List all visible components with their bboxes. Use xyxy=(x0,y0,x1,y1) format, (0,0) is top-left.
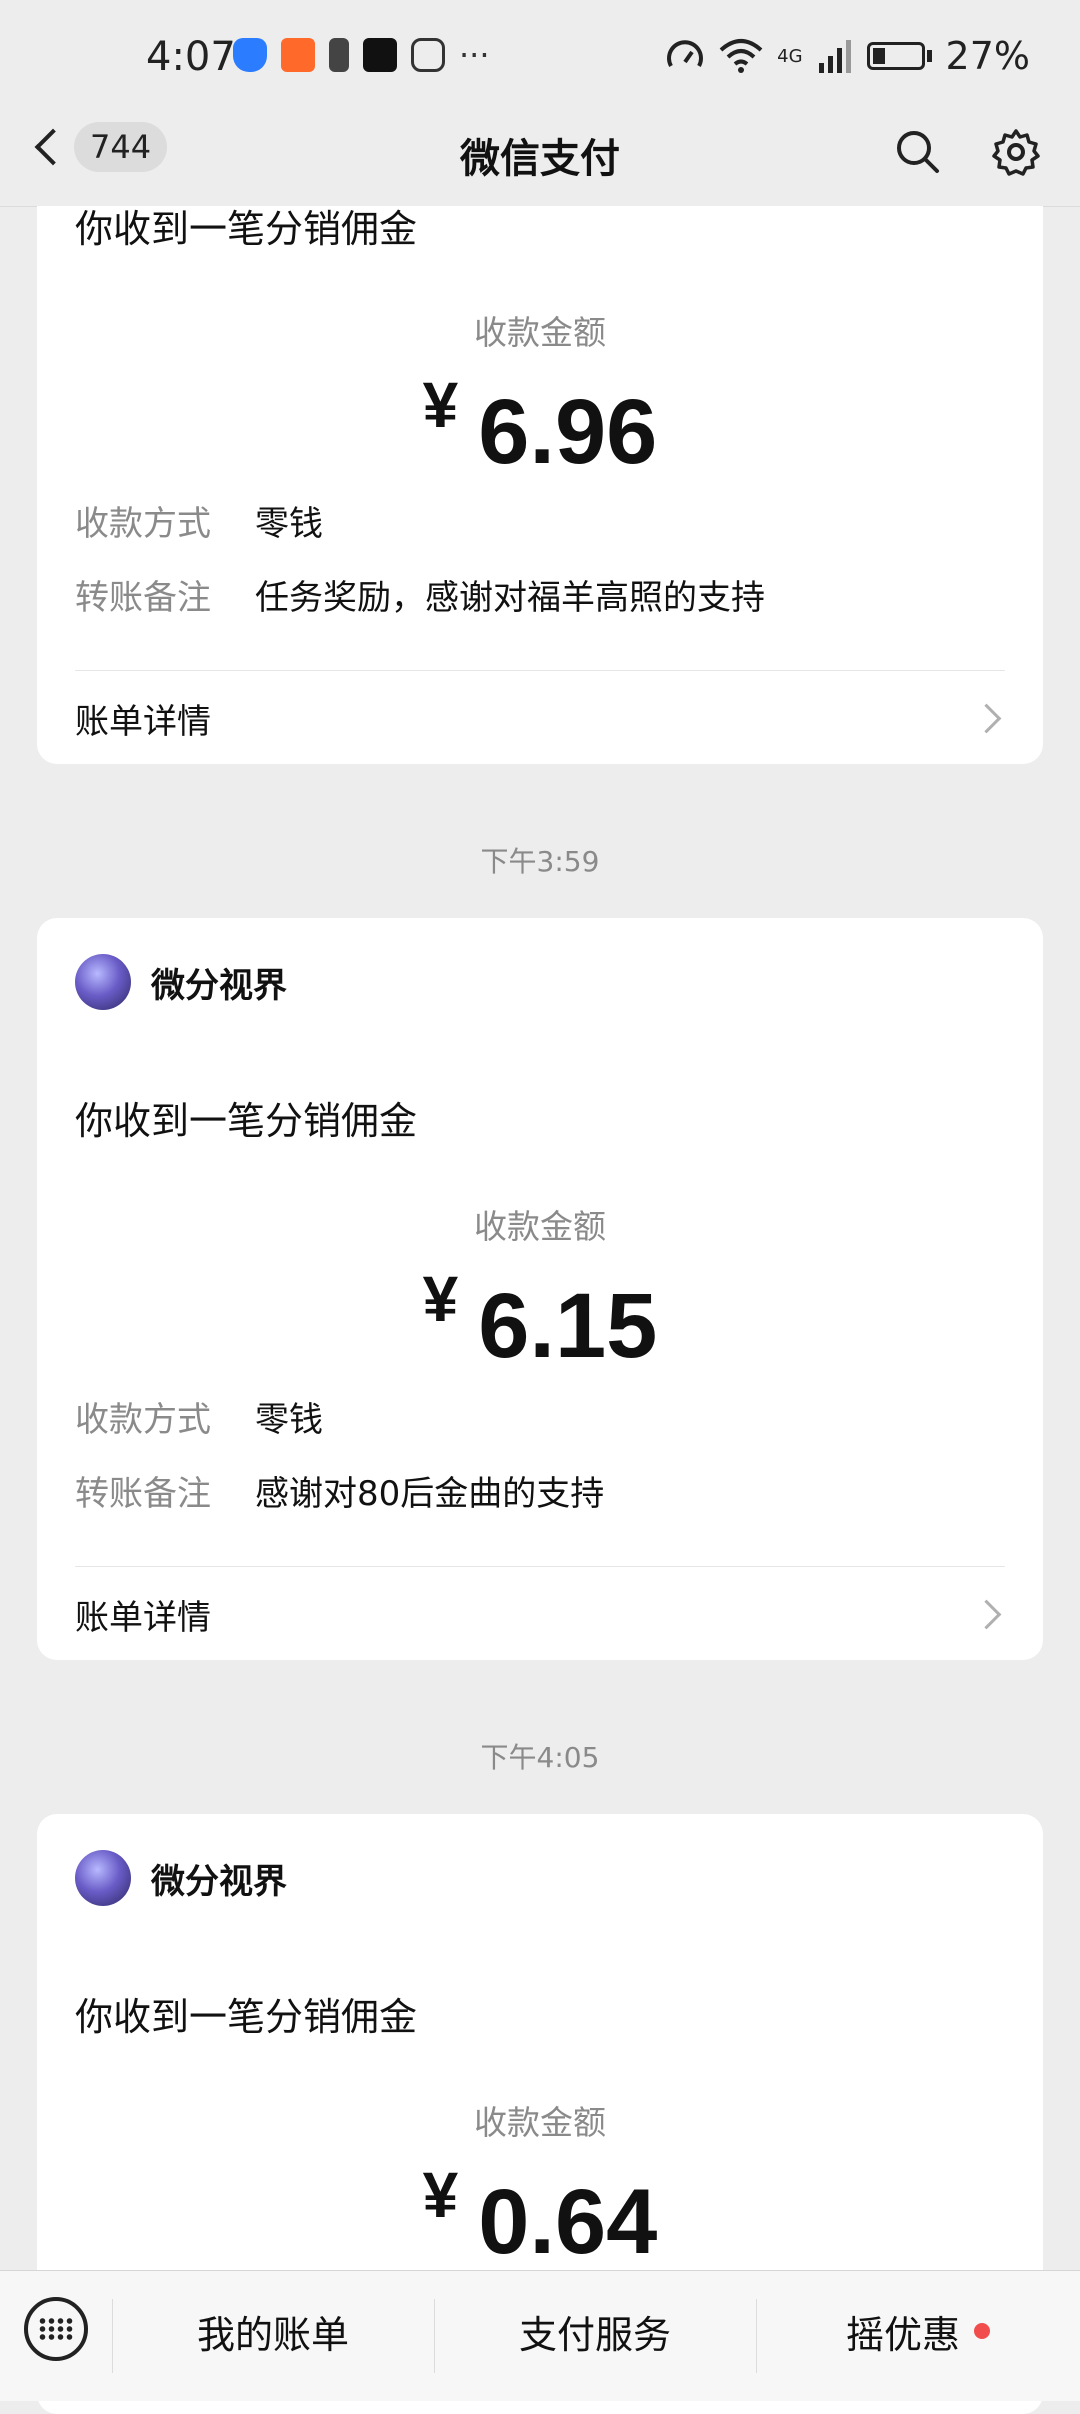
keyboard-toggle-button[interactable] xyxy=(24,2297,88,2361)
bill-detail-link[interactable]: 账单详情 xyxy=(75,1584,1005,1644)
signal-icon xyxy=(818,40,851,73)
chevron-right-icon xyxy=(971,1599,1002,1629)
row-value: 零钱 xyxy=(255,504,323,544)
divider xyxy=(75,670,1005,671)
currency-symbol: ¥ xyxy=(422,369,459,441)
amount: ¥0.64 xyxy=(37,2158,1043,2275)
amount-value: 0.64 xyxy=(478,2171,658,2273)
avatar xyxy=(75,954,131,1010)
tiktok-app-icon xyxy=(363,38,397,72)
row-key: 转账备注 xyxy=(75,578,211,618)
wifi-icon xyxy=(719,39,763,73)
sender[interactable]: 微分视界 xyxy=(75,1850,287,1906)
row-value: 感谢对80后金曲的支持 xyxy=(255,1474,605,1514)
menu-payment-services[interactable]: 支付服务 xyxy=(434,2301,756,2361)
sender[interactable]: 微分视界 xyxy=(75,954,287,1010)
keyboard-icon xyxy=(38,2317,74,2341)
card-title: 你收到一笔分销佣金 xyxy=(75,1099,418,1143)
payment-card: 微分视界 你收到一笔分销佣金 收款金额 ¥6.15 收款方式 零钱 转账备注 感… xyxy=(37,918,1043,1660)
message-timestamp: 下午3:59 xyxy=(480,845,600,878)
menu-shake-deals[interactable]: 摇优惠 xyxy=(756,2301,1080,2361)
bottom-bar: 我的账单 支付服务 摇优惠 xyxy=(0,2270,1080,2401)
row-value: 任务奖励，感谢对福羊高照的支持 xyxy=(255,578,765,618)
speed-icon xyxy=(667,40,704,67)
notification-dot xyxy=(974,2323,990,2339)
status-time: 4:07 xyxy=(146,34,236,80)
payment-method-row: 收款方式 零钱 xyxy=(75,496,323,545)
card-title: 你收到一笔分销佣金 xyxy=(75,1995,418,2039)
amount-label: 收款金额 xyxy=(474,2103,606,2142)
divider xyxy=(75,1566,1005,1567)
avatar xyxy=(75,1850,131,1906)
currency-symbol: ¥ xyxy=(422,1263,459,1335)
menu-label: 我的账单 xyxy=(196,2312,349,2357)
alert-app-icon xyxy=(329,38,349,72)
row-key: 收款方式 xyxy=(75,504,211,544)
amount-value: 6.15 xyxy=(478,1275,658,1377)
transfer-note-row: 转账备注 感谢对80后金曲的支持 xyxy=(75,1466,604,1515)
chevron-right-icon xyxy=(971,703,1002,733)
menu-my-bills[interactable]: 我的账单 xyxy=(112,2301,434,2361)
search-icon[interactable] xyxy=(894,128,940,174)
shopping-app-icon xyxy=(281,38,315,72)
sender-name: 微分视界 xyxy=(151,1861,287,1902)
notification-icons: ··· xyxy=(233,36,490,74)
payment-card: 你收到一笔分销佣金 收款金额 ¥6.96 收款方式 零钱 转账备注 任务奖励，感… xyxy=(37,206,1043,764)
bill-detail-link[interactable]: 账单详情 xyxy=(75,688,1005,748)
amount-value: 6.96 xyxy=(478,381,658,483)
battery-level: 27% xyxy=(945,34,1030,78)
gear-icon[interactable] xyxy=(992,128,1040,176)
sender-name: 微分视界 xyxy=(151,965,287,1006)
menu-label: 支付服务 xyxy=(518,2312,671,2357)
status-right: 4G 27% xyxy=(665,34,1030,78)
shield-app-icon xyxy=(233,38,267,72)
transfer-note-row: 转账备注 任务奖励，感谢对福羊高照的支持 xyxy=(75,570,765,619)
nav-bar: 744 微信支付 xyxy=(0,100,1080,207)
payment-method-row: 收款方式 零钱 xyxy=(75,1392,323,1441)
network-type: 4G xyxy=(777,45,803,67)
hand-app-icon xyxy=(411,38,445,72)
amount-label: 收款金额 xyxy=(474,1207,606,1246)
amount: ¥6.96 xyxy=(37,368,1043,485)
row-value: 零钱 xyxy=(255,1400,323,1440)
bill-detail-label: 账单详情 xyxy=(75,701,211,742)
bill-detail-label: 账单详情 xyxy=(75,1597,211,1638)
card-title: 你收到一笔分销佣金 xyxy=(75,207,418,251)
battery-tip xyxy=(926,50,932,62)
row-key: 收款方式 xyxy=(75,1400,211,1440)
more-notifications-icon: ··· xyxy=(459,36,490,74)
amount-label: 收款金额 xyxy=(474,313,606,352)
row-key: 转账备注 xyxy=(75,1474,211,1514)
menu-label: 摇优惠 xyxy=(845,2312,960,2357)
battery-icon xyxy=(866,42,925,70)
message-timestamp: 下午4:05 xyxy=(480,1741,600,1774)
currency-symbol: ¥ xyxy=(422,2159,459,2231)
amount: ¥6.15 xyxy=(37,1262,1043,1379)
